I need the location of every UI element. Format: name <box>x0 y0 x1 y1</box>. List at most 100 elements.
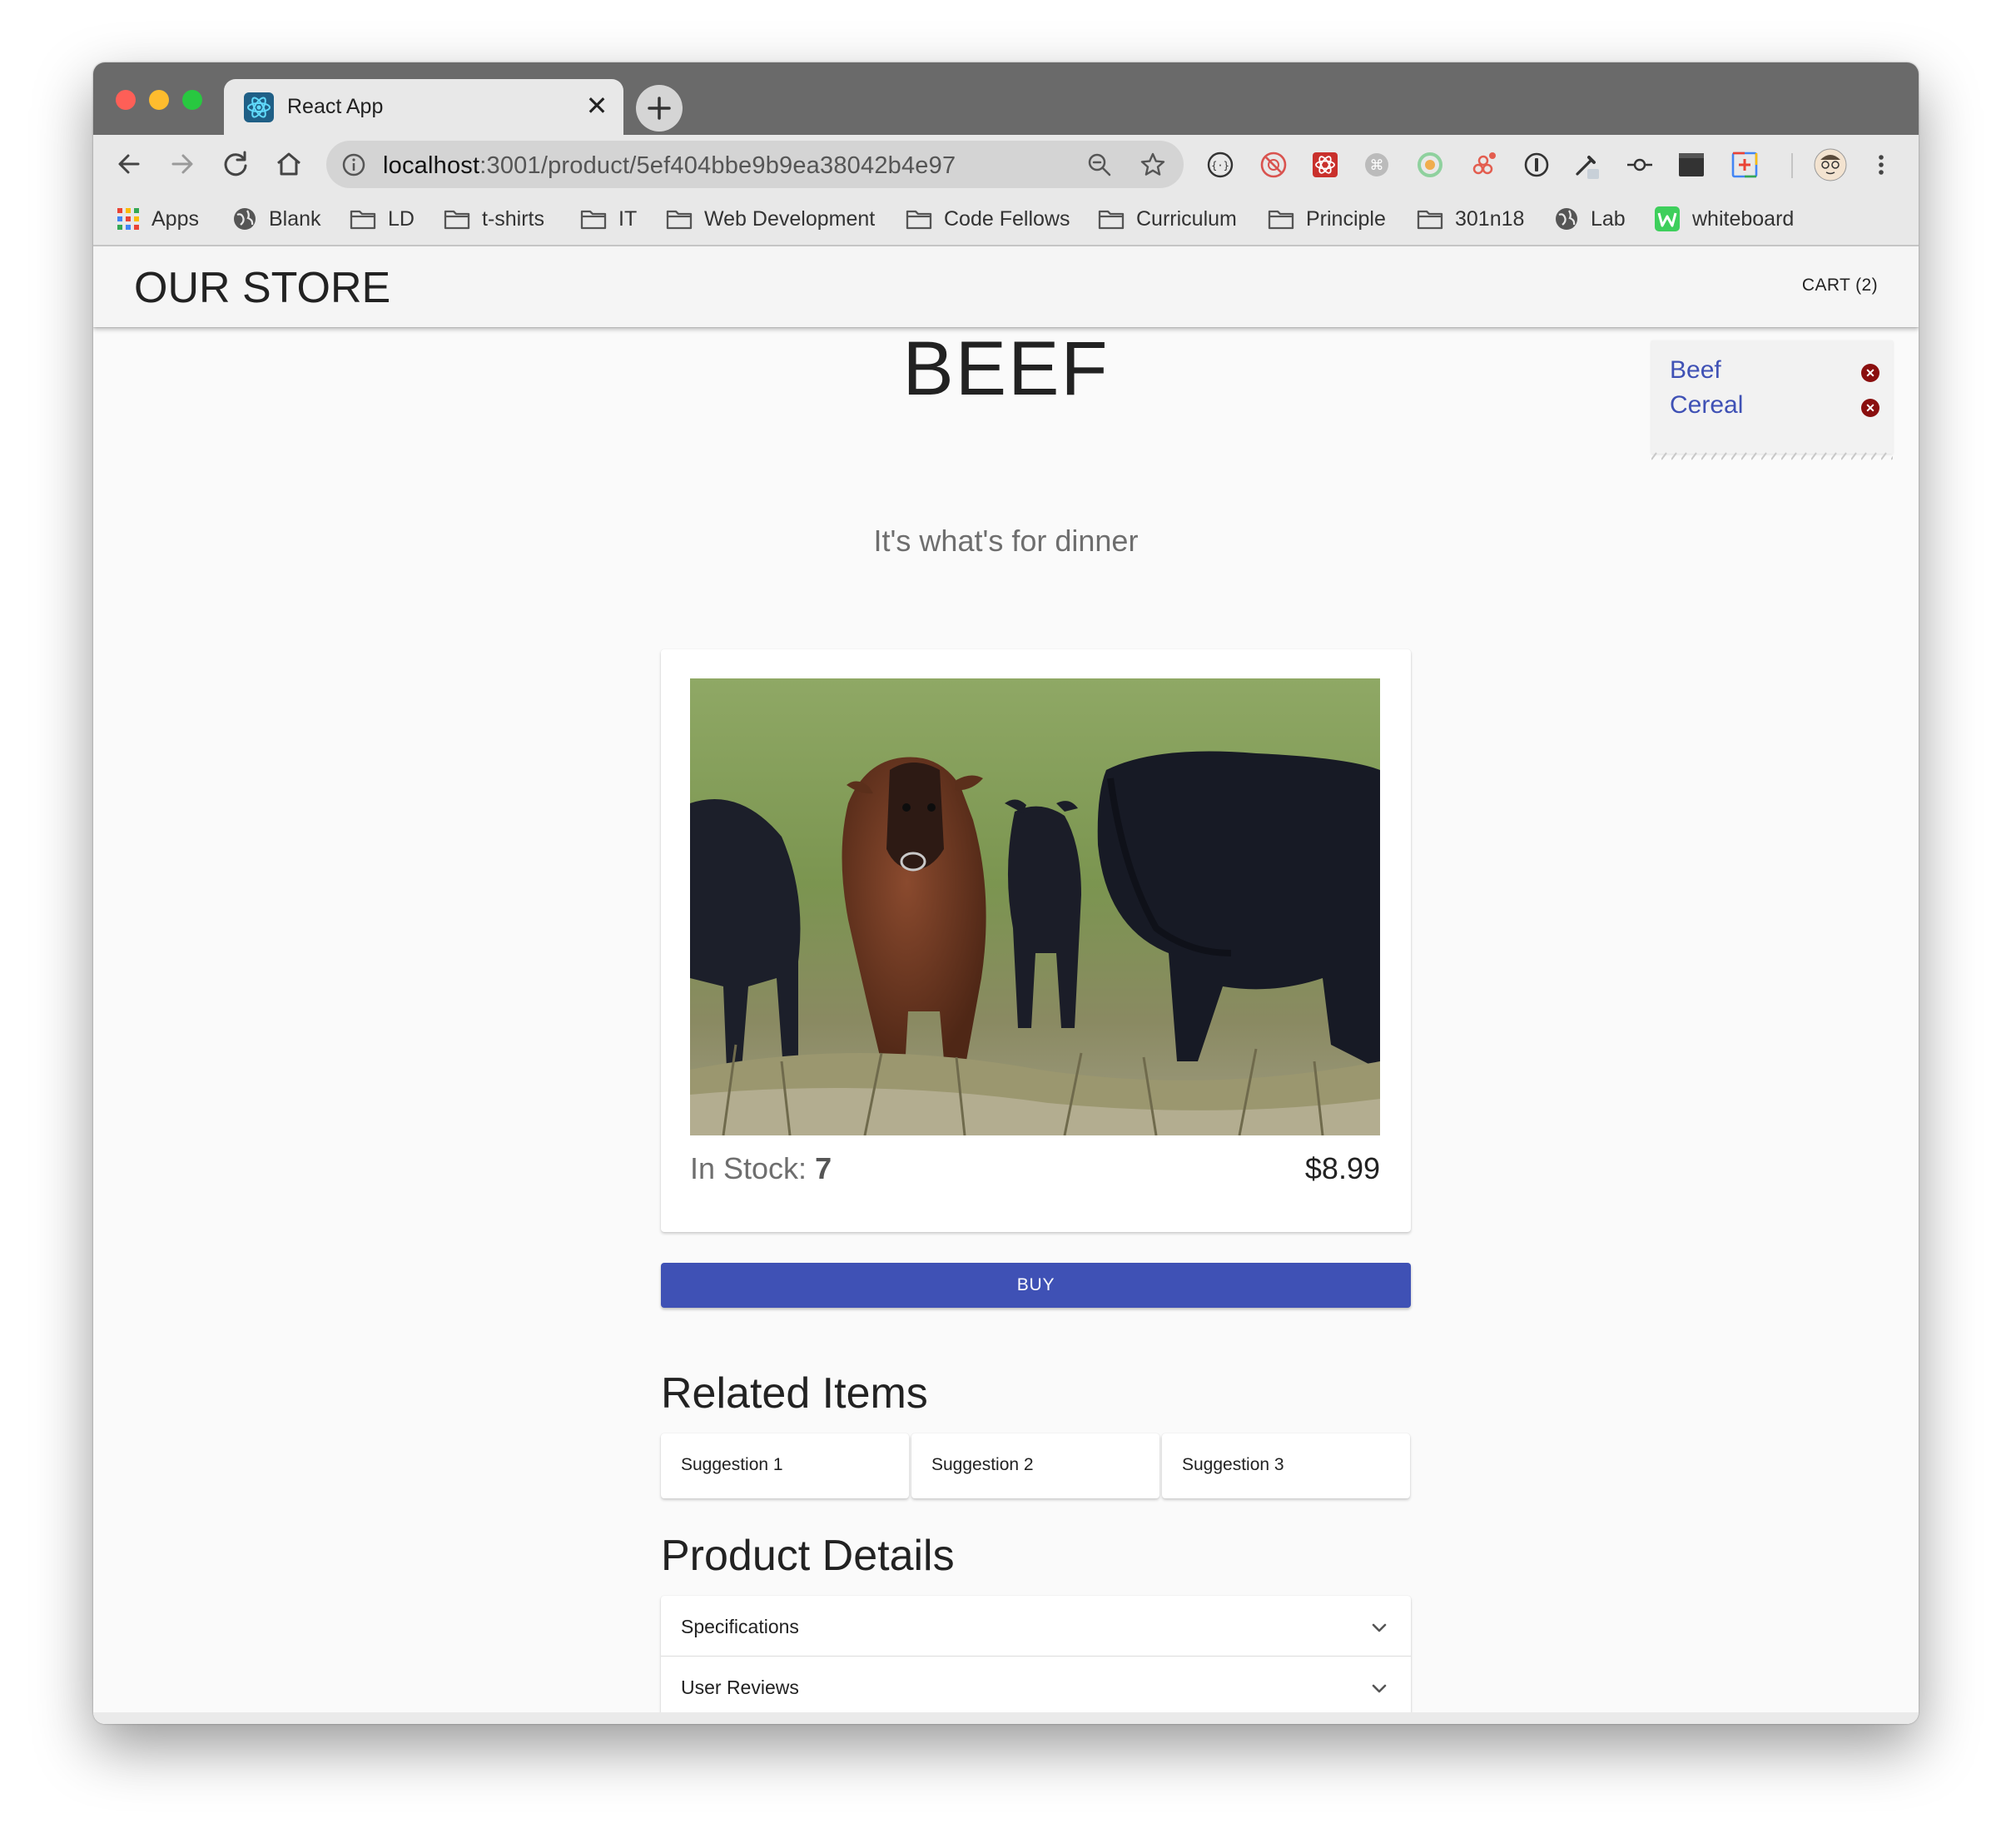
dark-square-extension-icon[interactable] <box>1677 151 1706 179</box>
browser-tab[interactable]: React App ✕ <box>224 79 623 135</box>
home-icon[interactable] <box>270 145 308 183</box>
bookmark-folder-t-shirts[interactable]: t-shirts <box>444 203 544 235</box>
suggestion-card[interactable]: Suggestion 3 <box>1162 1433 1410 1498</box>
bookmark-label: Apps <box>151 206 199 231</box>
url-text[interactable]: localhost:3001/product/5ef404bbe9b9ea380… <box>383 152 956 180</box>
bookmark-label: Blank <box>269 206 321 231</box>
bookmark-folder-it[interactable]: IT <box>580 203 637 235</box>
bookmark-folder-curriculum[interactable]: Curriculum <box>1098 203 1237 235</box>
bookmark-blank[interactable]: Blank <box>232 203 321 235</box>
git-commit-extension-icon[interactable] <box>1626 151 1654 179</box>
folder-icon <box>580 210 607 230</box>
command-extension-icon[interactable]: ⌘ <box>1363 151 1391 179</box>
title-bar: React App ✕ <box>93 62 1919 135</box>
bookmark-folder-ld[interactable]: LD <box>350 203 415 235</box>
folder-icon <box>1098 210 1125 230</box>
json-viewer-extension-icon[interactable]: {·} <box>1206 151 1234 179</box>
window-close-button[interactable] <box>116 90 136 110</box>
reload-icon[interactable] <box>216 145 255 183</box>
back-arrow-icon[interactable] <box>110 145 148 183</box>
accordion-label: User Reviews <box>681 1677 799 1698</box>
bookmark-apps[interactable]: Apps <box>117 203 199 235</box>
bookmark-label: Curriculum <box>1136 206 1237 231</box>
bookmark-label: t-shirts <box>482 206 544 231</box>
app-header: OUR STORE CART (2) <box>93 246 1919 327</box>
globe-icon <box>1556 208 1577 230</box>
eyedropper-extension-icon[interactable] <box>1572 151 1601 179</box>
url-host: localhost <box>383 152 480 179</box>
bookmark-label: Lab <box>1591 206 1626 231</box>
stock-label: In Stock: <box>690 1151 807 1185</box>
apps-grid-icon <box>117 208 139 230</box>
related-items-heading: Related Items <box>661 1369 928 1418</box>
svg-text:{·}: {·} <box>1211 160 1229 171</box>
redux-devtools-extension-icon[interactable] <box>1469 151 1497 179</box>
password-manager-extension-icon[interactable] <box>1522 151 1551 179</box>
stock-info: In Stock: 7 <box>690 1151 832 1186</box>
bookmark-label: Web Development <box>704 206 876 231</box>
cart-link[interactable]: CART (2) <box>1802 276 1878 296</box>
whiteboard-w-icon <box>1655 206 1680 231</box>
svg-text:⌘: ⌘ <box>1370 157 1384 174</box>
buy-button[interactable]: BUY <box>661 1263 1411 1308</box>
accordion-user-reviews[interactable]: User Reviews <box>661 1656 1411 1716</box>
product-image <box>690 678 1380 1135</box>
bookmarks-bar: Apps Blank LD t-shirts IT Web Developmen… <box>93 193 1919 246</box>
block-extension-icon[interactable] <box>1259 151 1288 179</box>
bookmark-folder-principle[interactable]: Principle <box>1268 203 1386 235</box>
site-info-icon[interactable] <box>341 152 366 177</box>
accordion-label: Specifications <box>681 1616 799 1637</box>
react-devtools-extension-icon[interactable] <box>1311 151 1339 179</box>
tab-title: React App <box>287 95 384 118</box>
product-price: $8.99 <box>1304 1151 1380 1185</box>
react-logo-icon <box>244 92 274 122</box>
bookmark-label: Principle <box>1306 206 1386 231</box>
url-path: :3001/product/5ef404bbe9b9ea38042b4e97 <box>479 152 956 179</box>
folder-icon <box>350 210 376 230</box>
color-picker-extension-icon[interactable] <box>1416 151 1444 179</box>
stock-count: 7 <box>815 1151 832 1185</box>
bookmark-star-icon[interactable] <box>1139 151 1167 179</box>
suggestion-card[interactable]: Suggestion 2 <box>911 1433 1159 1498</box>
address-bar[interactable]: localhost:3001/product/5ef404bbe9b9ea380… <box>326 141 1184 188</box>
google-plus-extension-icon[interactable] <box>1730 151 1759 179</box>
zoom-icon[interactable] <box>1085 151 1114 179</box>
suggestion-label: Suggestion 2 <box>931 1455 1034 1474</box>
page-footer <box>93 1712 1919 1724</box>
new-tab-button[interactable] <box>636 85 683 132</box>
suggestion-label: Suggestion 3 <box>1182 1455 1284 1474</box>
profile-avatar-icon[interactable] <box>1814 148 1847 181</box>
bookmark-label: Code Fellows <box>944 206 1070 231</box>
product-details-accordion: Specifications User Reviews <box>661 1596 1411 1716</box>
bookmark-lab[interactable]: Lab <box>1554 203 1626 235</box>
product-tagline: It's what's for dinner <box>873 524 1139 558</box>
accordion-specifications[interactable]: Specifications <box>661 1596 1411 1656</box>
browser-menu-icon[interactable] <box>1867 151 1895 179</box>
store-title[interactable]: OUR STORE <box>134 263 390 313</box>
suggestion-card[interactable]: Suggestion 1 <box>661 1433 909 1498</box>
toolbar-divider <box>1791 153 1793 178</box>
window-minimize-button[interactable] <box>149 90 169 110</box>
suggestion-label: Suggestion 1 <box>681 1455 783 1474</box>
cart-torn-edge <box>1651 452 1893 460</box>
bookmark-folder-web-development[interactable]: Web Development <box>666 203 875 235</box>
bookmark-folder-301n18[interactable]: 301n18 <box>1417 203 1524 235</box>
bookmark-label: LD <box>388 206 415 231</box>
bookmark-label: whiteboard <box>1692 206 1795 231</box>
tab-close-icon[interactable]: ✕ <box>582 91 612 121</box>
folder-icon <box>906 210 932 230</box>
web-page: OUR STORE CART (2) Beef ✕ Cereal ✕ BEEF … <box>93 246 1919 1724</box>
bookmark-label: 301n18 <box>1455 206 1525 231</box>
window-maximize-button[interactable] <box>182 90 202 110</box>
bookmark-whiteboard[interactable]: whiteboard <box>1654 203 1794 235</box>
plus-icon <box>648 97 671 120</box>
forward-arrow-icon[interactable] <box>163 145 201 183</box>
bookmark-folder-code-fellows[interactable]: Code Fellows <box>906 203 1070 235</box>
folder-icon <box>666 210 693 230</box>
chevron-down-icon[interactable] <box>1369 1617 1389 1637</box>
bookmark-label: IT <box>618 206 638 231</box>
product-card: In Stock: 7 $8.99 <box>661 649 1411 1232</box>
folder-icon <box>444 210 470 230</box>
chevron-down-icon[interactable] <box>1369 1678 1389 1698</box>
folder-icon <box>1417 210 1443 230</box>
